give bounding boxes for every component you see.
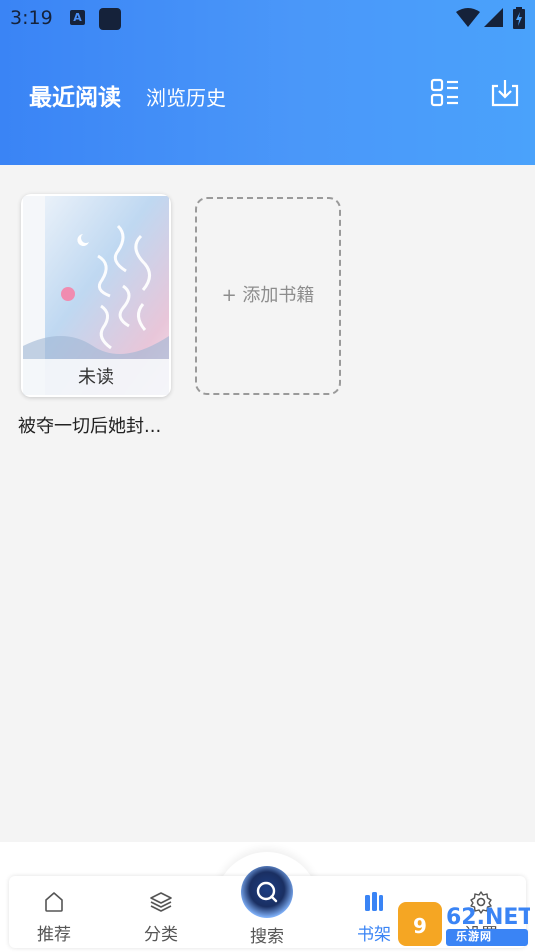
layers-icon: [150, 892, 172, 912]
book-title[interactable]: 被夺一切后她封...: [18, 412, 188, 438]
nav-item-search[interactable]: [241, 866, 293, 918]
nav-label-search: 搜索: [250, 927, 284, 947]
tab-recent-reading[interactable]: 最近阅读: [29, 78, 121, 112]
tab-browse-history[interactable]: 浏览历史: [146, 82, 226, 111]
nav-label-category: 分类: [144, 925, 178, 945]
wifi-icon: [456, 8, 480, 27]
download-icon[interactable]: [490, 78, 520, 108]
search-icon: [256, 881, 278, 903]
book-card[interactable]: 未读: [21, 194, 171, 397]
svg-text:62.NET: 62.NET: [446, 905, 530, 930]
status-bar: 3:19 A: [0, 0, 535, 36]
battery-icon: [513, 7, 525, 29]
layout-toggle-icon[interactable]: [430, 78, 460, 108]
home-icon: [45, 892, 63, 912]
bookshelf-icon: [365, 892, 383, 911]
nav-item-recommend[interactable]: 推荐: [9, 876, 99, 948]
svg-text:9: 9: [413, 914, 427, 938]
status-time: 3:19: [10, 7, 53, 29]
app-header: 3:19 A 最近阅读 浏览历史: [0, 0, 535, 165]
read-status-label: 未读: [21, 359, 171, 397]
watermark-subtitle: 乐游网: [456, 930, 492, 943]
square-icon: [99, 8, 121, 30]
signal-icon: [484, 8, 503, 27]
nav-item-category[interactable]: 分类: [116, 876, 206, 948]
nav-label-recommend: 推荐: [37, 925, 71, 945]
a-icon: A: [70, 10, 85, 25]
add-book-button[interactable]: + 添加书籍: [195, 197, 341, 395]
